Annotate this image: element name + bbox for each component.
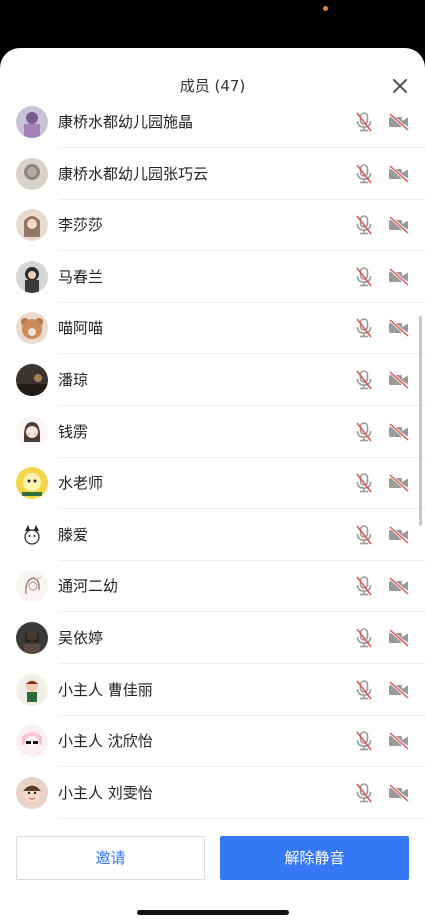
member-row[interactable]: 小主人 刘雯怡: [0, 767, 425, 819]
member-name: 康桥水都幼儿园张巧云: [58, 164, 209, 183]
member-row[interactable]: 通河二幼: [0, 560, 425, 613]
footer: 邀请 解除静音: [0, 824, 425, 922]
member-row[interactable]: 康桥水都幼儿园施晶: [0, 96, 425, 148]
avatar: [16, 312, 48, 345]
home-indicator: [137, 910, 289, 915]
member-row[interactable]: 吴依婷: [0, 612, 425, 664]
camera-off-icon[interactable]: [388, 732, 410, 751]
member-row[interactable]: 钱雳: [0, 406, 425, 458]
mic-muted-icon[interactable]: [354, 524, 374, 546]
invite-button[interactable]: 邀请: [16, 836, 205, 880]
member-name: 钱雳: [58, 422, 89, 441]
mic-muted-icon[interactable]: [354, 266, 374, 288]
avatar: [16, 467, 48, 500]
avatar: [16, 570, 48, 603]
camera-off-icon[interactable]: [388, 783, 410, 802]
member-row[interactable]: 喵阿喵: [0, 302, 425, 355]
member-name: 水老师: [58, 474, 104, 493]
avatar: [16, 725, 48, 758]
member-name: 潘琼: [58, 371, 89, 389]
mic-muted-icon[interactable]: [354, 214, 374, 236]
camera-off-icon[interactable]: [388, 164, 410, 183]
mic-muted-icon[interactable]: [354, 472, 374, 494]
avatar: [16, 673, 48, 706]
mic-muted-icon[interactable]: [354, 317, 374, 339]
row-divider: [58, 817, 425, 819]
camera-off-icon[interactable]: [388, 474, 410, 493]
avatar: [16, 157, 48, 190]
member-row[interactable]: 潘琼: [0, 354, 425, 406]
camera-off-icon[interactable]: [388, 319, 410, 338]
member-row[interactable]: 水老师: [0, 457, 425, 510]
member-list: 康桥水都幼儿园施晶 康桥水都幼儿园张巧云 李莎莎马春兰喵阿喵潘琼钱雳水老师滕爱通河二…: [0, 96, 425, 871]
members-sheet: 成员 (47) 康桥水都幼儿园施晶 康桥水都幼儿园张巧云 李莎莎马春兰喵阿喵潘琼钱雳…: [0, 48, 425, 922]
avatar: [16, 106, 48, 138]
mic-muted-icon[interactable]: [354, 369, 374, 391]
avatar: [16, 622, 48, 654]
member-name: 喵阿喵: [58, 319, 104, 338]
member-row[interactable]: 马春兰: [0, 251, 425, 303]
camera-off-icon[interactable]: [388, 267, 410, 286]
scrollbar[interactable]: [419, 316, 422, 526]
sheet-title: 成员 (47): [179, 77, 246, 95]
mic-muted-icon[interactable]: [354, 627, 374, 649]
member-name: 小主人 刘雯怡: [58, 783, 153, 802]
close-icon[interactable]: [390, 76, 410, 96]
camera-off-icon[interactable]: [388, 422, 410, 441]
camera-off-icon[interactable]: [388, 680, 410, 699]
avatar: [16, 364, 48, 396]
member-name: 吴依婷: [58, 629, 104, 647]
member-name: 康桥水都幼儿园施晶: [58, 113, 194, 131]
status-bar: [0, 0, 425, 48]
member-name: 通河二幼: [58, 577, 119, 596]
member-name: 小主人 曹佳丽: [58, 680, 153, 699]
mic-muted-icon[interactable]: [354, 679, 374, 701]
member-row[interactable]: 小主人 沈欣怡: [0, 715, 425, 768]
camera-off-icon[interactable]: [388, 370, 410, 390]
mic-muted-icon[interactable]: [354, 111, 374, 133]
mic-muted-icon[interactable]: [354, 575, 374, 597]
avatar: [16, 518, 48, 551]
member-row[interactable]: 李莎莎: [0, 199, 425, 252]
member-name: 李莎莎: [58, 216, 104, 235]
avatar: [16, 260, 48, 293]
mic-muted-icon[interactable]: [354, 730, 374, 752]
avatar: [16, 776, 48, 809]
camera-off-icon[interactable]: [388, 112, 410, 132]
avatar: [16, 209, 48, 242]
mic-muted-icon[interactable]: [354, 421, 374, 443]
member-name: 滕爱: [58, 525, 89, 544]
member-name: 马春兰: [58, 267, 104, 286]
member-row[interactable]: 康桥水都幼儿园张巧云: [0, 148, 425, 200]
member-row[interactable]: 滕爱: [0, 509, 425, 561]
camera-off-icon[interactable]: [388, 216, 410, 235]
mic-muted-icon[interactable]: [354, 782, 374, 804]
camera-off-icon[interactable]: [388, 525, 410, 544]
unmute-all-button[interactable]: 解除静音: [220, 836, 409, 880]
member-row[interactable]: 小主人 曹佳丽: [0, 664, 425, 716]
mic-muted-icon[interactable]: [354, 163, 374, 185]
recording-indicator-dot: [323, 6, 328, 11]
member-name: 小主人 沈欣怡: [58, 732, 153, 751]
avatar: [16, 415, 48, 448]
camera-off-icon[interactable]: [388, 577, 410, 596]
camera-off-icon[interactable]: [388, 628, 410, 648]
